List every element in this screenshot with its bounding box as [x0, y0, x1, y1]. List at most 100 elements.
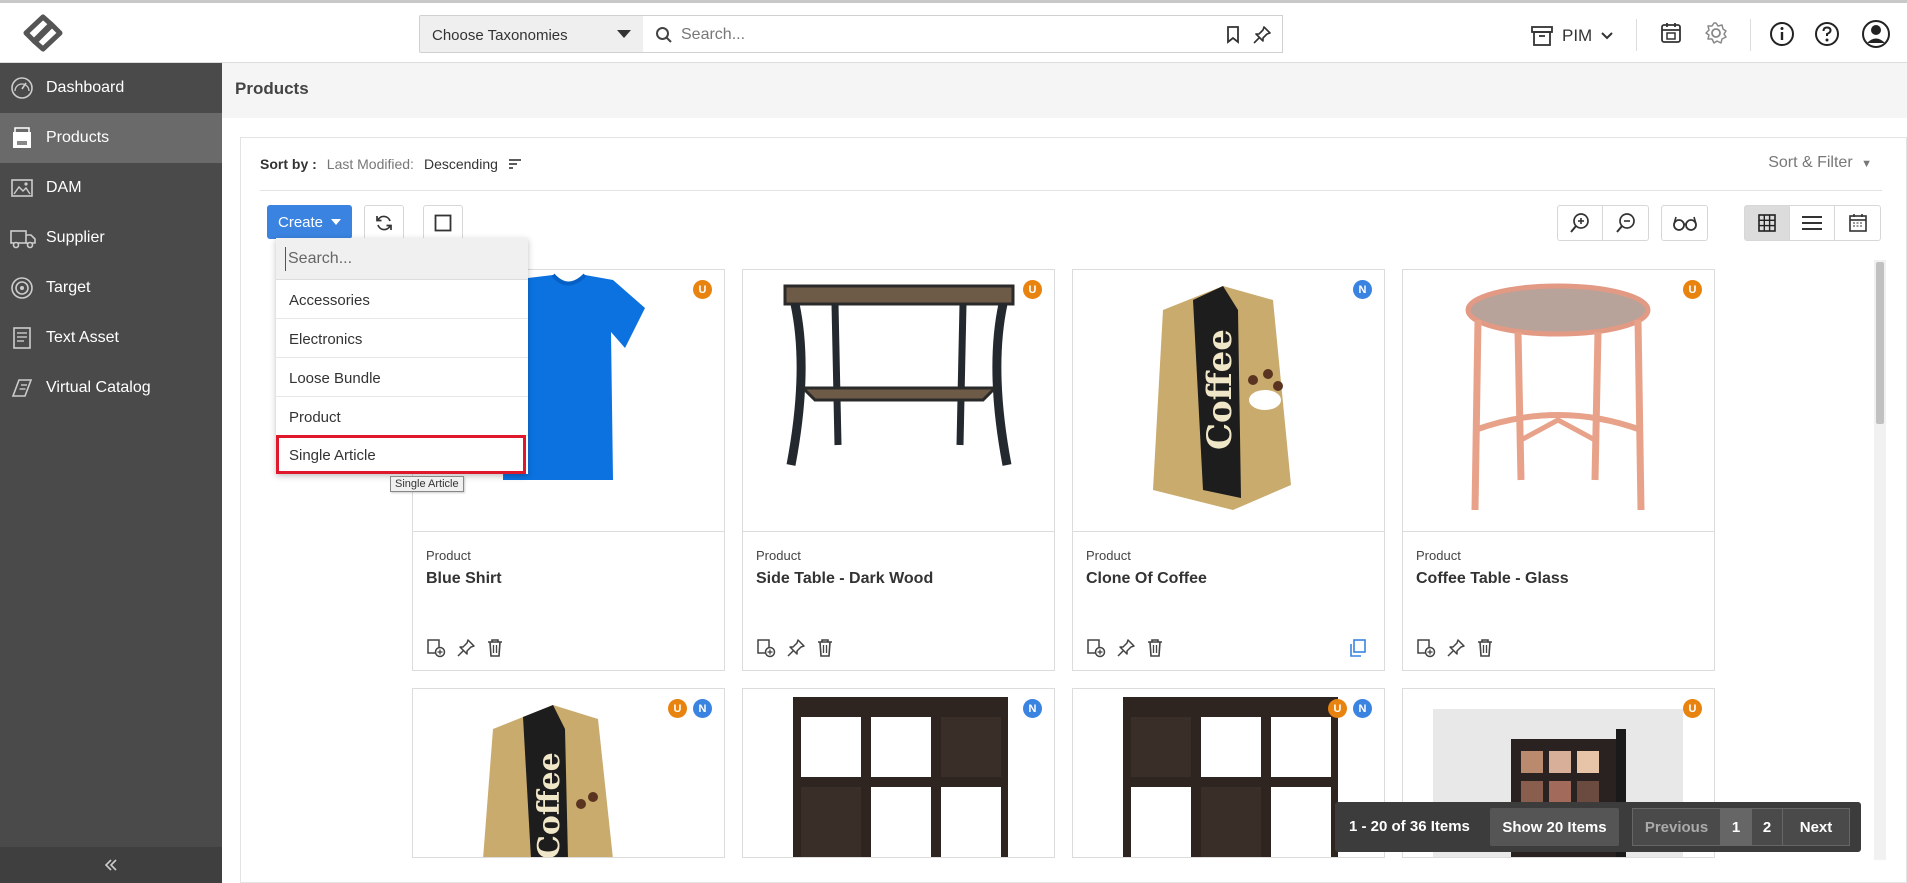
- sort-filter-toggle[interactable]: Sort & Filter ▼: [1768, 154, 1872, 172]
- previous-page-button[interactable]: Previous: [1632, 808, 1721, 846]
- sidebar-item-label: Virtual Catalog: [46, 379, 151, 396]
- archive-icon: [1531, 26, 1553, 46]
- dropdown-item-single-article[interactable]: Single Article: [276, 435, 526, 474]
- user-avatar-icon[interactable]: [1861, 19, 1891, 54]
- divider: [260, 190, 1882, 191]
- preview-toggle: [1661, 205, 1708, 241]
- page-1-button[interactable]: 1: [1720, 808, 1752, 846]
- sort-bar: Sort by : Last Modified: Descending: [260, 156, 522, 172]
- calendar-view-button[interactable]: [1835, 206, 1880, 240]
- copy-add-icon[interactable]: [426, 638, 446, 663]
- sidebar-item-target[interactable]: Target: [0, 263, 222, 313]
- sort-direction[interactable]: Descending: [424, 156, 498, 172]
- sidebar-item-supplier[interactable]: Supplier: [0, 213, 222, 263]
- sort-lines-icon[interactable]: [508, 158, 522, 170]
- module-switcher[interactable]: PIM: [1530, 19, 1614, 53]
- app-logo[interactable]: [18, 13, 68, 53]
- product-name[interactable]: Clone Of Coffee: [1086, 570, 1207, 588]
- page-2-button[interactable]: 2: [1751, 808, 1783, 846]
- status-badge-u: U: [1683, 699, 1702, 718]
- sort-field[interactable]: Last Modified:: [327, 156, 414, 172]
- sidebar-item-text-asset[interactable]: Text Asset: [0, 313, 222, 363]
- trash-icon[interactable]: [1146, 638, 1164, 663]
- divider: [1636, 19, 1637, 51]
- trash-icon[interactable]: [816, 638, 834, 663]
- select-all-checkbox[interactable]: [423, 205, 463, 241]
- next-page-button[interactable]: Next: [1782, 808, 1850, 846]
- sidebar-item-label: DAM: [46, 179, 82, 196]
- product-image: [1403, 270, 1714, 532]
- pin-icon[interactable]: [456, 638, 476, 663]
- sidebar-item-label: Products: [46, 129, 110, 146]
- global-search-input[interactable]: [681, 23, 1181, 47]
- sidebar-item-label: Target: [46, 279, 91, 296]
- product-card[interactable]: Coffee N Product Clone Of Coffee: [1072, 269, 1385, 671]
- global-search: [643, 15, 1283, 53]
- calendar-save-icon[interactable]: [1659, 21, 1683, 50]
- dashboard-gauge-icon: [10, 76, 34, 105]
- zoom-controls: [1557, 205, 1649, 241]
- sidebar-item-label: Text Asset: [46, 329, 119, 346]
- sidebar-item-dam[interactable]: DAM: [0, 163, 222, 213]
- dropdown-search-input[interactable]: [285, 247, 515, 271]
- dropdown-item-electronics[interactable]: Electronics: [276, 319, 528, 358]
- scrollbar-thumb[interactable]: [1876, 262, 1884, 424]
- info-icon[interactable]: [1769, 21, 1795, 52]
- pagination-bar: 1 - 20 of 36 Items Show 20 Items Previou…: [1335, 802, 1861, 852]
- product-card[interactable]: U Product Coffee Table - Glass: [1402, 269, 1715, 671]
- sidebar-collapse-button[interactable]: [0, 847, 222, 883]
- taxonomy-select[interactable]: Choose Taxonomies: [419, 15, 644, 53]
- zoom-out-button[interactable]: [1603, 206, 1648, 240]
- sidebar-item-dashboard[interactable]: Dashboard: [0, 63, 222, 113]
- dropdown-search: [276, 238, 528, 280]
- status-badge-u: U: [668, 699, 687, 718]
- zoom-in-button[interactable]: [1558, 206, 1603, 240]
- pin-icon[interactable]: [1446, 638, 1466, 663]
- status-badge-n: N: [1353, 699, 1372, 718]
- sidebar-item-virtual-catalog[interactable]: Virtual Catalog: [0, 363, 222, 413]
- module-switcher-label: PIM: [1562, 26, 1593, 45]
- product-card[interactable]: N: [742, 688, 1055, 858]
- dropdown-item-loose-bundle[interactable]: Loose Bundle: [276, 358, 528, 397]
- product-name[interactable]: Side Table - Dark Wood: [756, 570, 933, 588]
- status-badge-n: N: [1023, 699, 1042, 718]
- preview-button[interactable]: [1662, 206, 1707, 240]
- tooltip: Single Article: [390, 476, 464, 492]
- product-card[interactable]: Coffee U N: [412, 688, 725, 858]
- dropdown-item-accessories[interactable]: Accessories: [276, 280, 528, 319]
- copy-add-icon[interactable]: [756, 638, 776, 663]
- grid-view-button[interactable]: [1745, 206, 1790, 240]
- pin-icon[interactable]: [1116, 638, 1136, 663]
- copy-add-icon[interactable]: [1086, 638, 1106, 663]
- pin-icon[interactable]: [786, 638, 806, 663]
- sidebar-item-products[interactable]: Products: [0, 113, 222, 163]
- sort-label: Sort by :: [260, 156, 317, 172]
- clone-icon[interactable]: [1348, 638, 1368, 663]
- product-name[interactable]: Blue Shirt: [426, 570, 502, 588]
- chevron-down-icon: [617, 30, 631, 38]
- product-card[interactable]: U Product Side Table - Dark Wood: [742, 269, 1055, 671]
- product-type: Product: [1086, 548, 1131, 563]
- list-view-button[interactable]: [1790, 206, 1835, 240]
- bookmark-icon[interactable]: [1226, 26, 1240, 49]
- sidebar: Dashboard Products DAM Supplier Target T…: [0, 63, 222, 883]
- product-name[interactable]: Coffee Table - Glass: [1416, 570, 1569, 588]
- refresh-button[interactable]: [364, 205, 404, 241]
- trash-icon[interactable]: [1476, 638, 1494, 663]
- help-icon[interactable]: [1814, 21, 1840, 52]
- pin-icon[interactable]: [1252, 25, 1272, 50]
- create-button[interactable]: Create: [267, 205, 352, 239]
- refresh-icon: [376, 215, 392, 231]
- trash-icon[interactable]: [486, 638, 504, 663]
- glasses-icon: [1672, 216, 1697, 231]
- status-badge-u: U: [1328, 699, 1347, 718]
- gear-icon[interactable]: [1704, 21, 1728, 50]
- product-type: Product: [756, 548, 801, 563]
- product-type: Product: [1416, 548, 1461, 563]
- document-icon: [10, 326, 34, 355]
- dropdown-item-product[interactable]: Product: [276, 397, 528, 436]
- page-size-select[interactable]: Show 20 Items: [1490, 808, 1619, 846]
- copy-add-icon[interactable]: [1416, 638, 1436, 663]
- create-type-dropdown: Accessories Electronics Loose Bundle Pro…: [276, 238, 528, 474]
- taxonomy-select-label: Choose Taxonomies: [432, 27, 568, 44]
